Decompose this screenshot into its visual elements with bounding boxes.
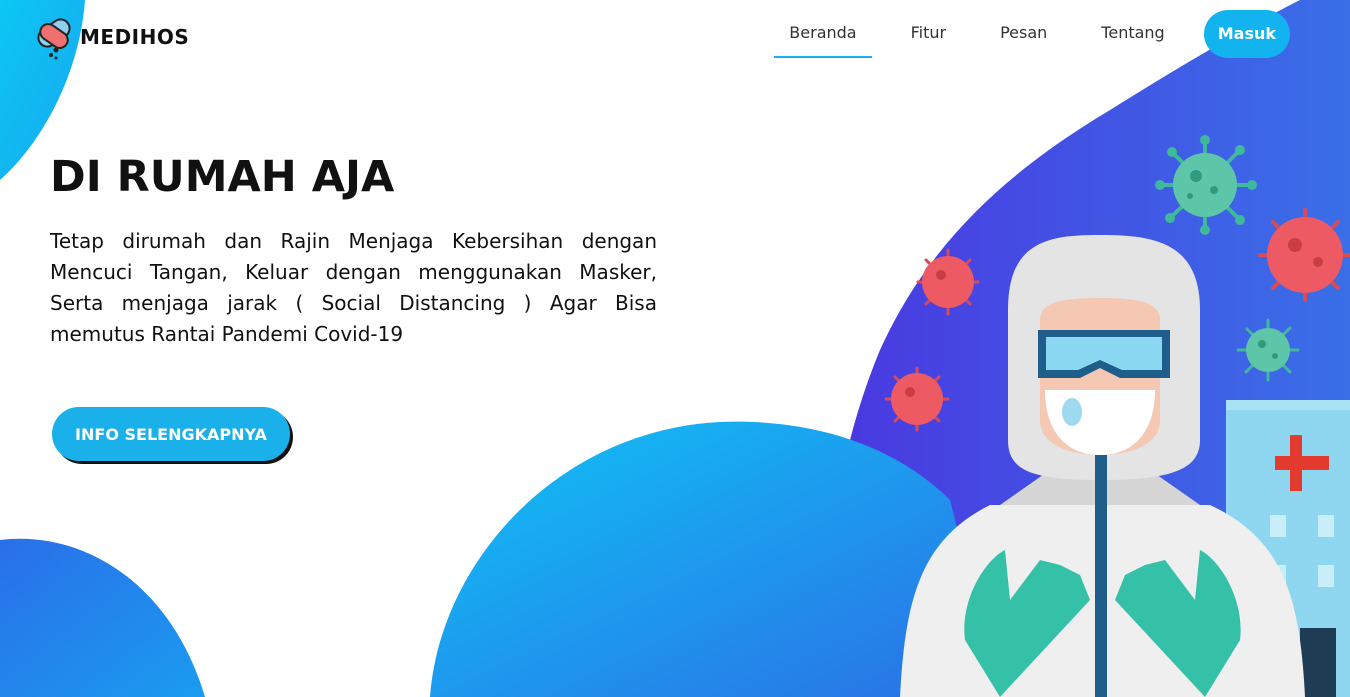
capsule-logo-icon <box>37 18 71 60</box>
green-virus-small-icon <box>1236 318 1300 382</box>
green-virus-icon <box>1155 135 1257 235</box>
brand-logo[interactable]: MEDIHOS <box>34 14 189 60</box>
red-virus-medium-icon <box>916 248 980 316</box>
nav-item-tentang[interactable]: Tentang <box>1086 10 1179 58</box>
landing-page: MEDIHOS Beranda Fitur Pesan Tentang Masu… <box>0 0 1350 697</box>
nav-item-pesan[interactable]: Pesan <box>985 10 1062 58</box>
red-virus-small-icon <box>884 366 950 432</box>
nav-item-fitur[interactable]: Fitur <box>896 10 961 58</box>
login-button[interactable]: Masuk <box>1203 10 1290 58</box>
hero-title: DI RUMAH AJA <box>50 152 395 202</box>
nav-item-beranda[interactable]: Beranda <box>774 10 872 58</box>
brand-name: MEDIHOS <box>80 25 190 49</box>
hero-description: Tetap dirumah dan Rajin Menjaga Kebersih… <box>50 229 657 346</box>
main-navigation: Beranda Fitur Pesan Tentang Masuk <box>762 10 1290 58</box>
red-virus-large-icon <box>1258 208 1350 302</box>
info-more-button[interactable]: INFO SELENGKAPNYA <box>52 407 290 461</box>
